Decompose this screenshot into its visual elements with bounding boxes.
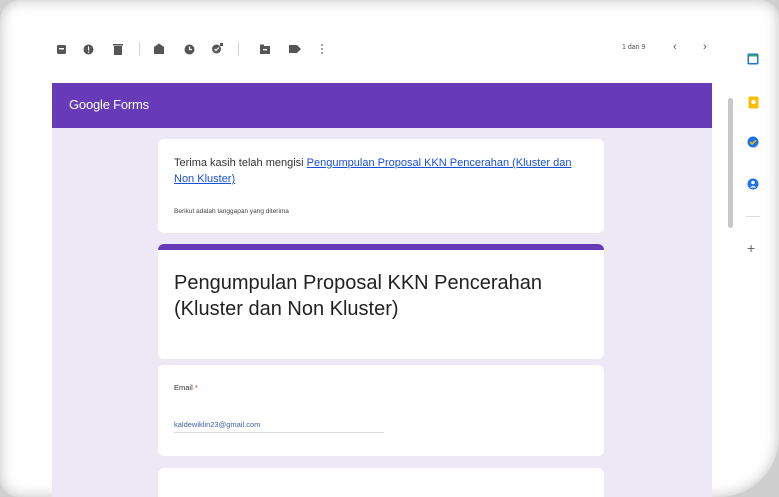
thank-you-card: Terima kasih telah mengisi Pengumpulan P… bbox=[158, 139, 604, 233]
email-answer: kaldewiklin23@gmail.com bbox=[174, 420, 384, 433]
mark-unread-icon[interactable] bbox=[153, 42, 165, 56]
email-label-text: Email bbox=[174, 383, 193, 392]
mail-toolbar: 1 dari 9 ‹ › bbox=[0, 30, 740, 74]
google-forms-logo-text: Google Forms bbox=[69, 97, 149, 112]
scrollbar-thumb[interactable] bbox=[728, 98, 733, 228]
tasks-icon[interactable] bbox=[746, 135, 760, 149]
add-task-icon[interactable] bbox=[211, 42, 223, 56]
move-to-icon[interactable] bbox=[259, 42, 271, 56]
contacts-icon[interactable] bbox=[746, 177, 760, 191]
toolbar-divider bbox=[139, 42, 140, 56]
calendar-icon[interactable] bbox=[746, 52, 760, 66]
form-title: Pengumpulan Proposal KKN Pencerahan (Klu… bbox=[174, 272, 543, 320]
snooze-icon[interactable] bbox=[183, 42, 195, 56]
thank-you-prefix: Terima kasih telah mengisi bbox=[174, 157, 307, 169]
chevron-left-icon[interactable]: ‹ bbox=[673, 41, 677, 53]
more-icon[interactable] bbox=[316, 42, 328, 56]
toolbar-divider bbox=[238, 42, 239, 56]
delete-icon[interactable] bbox=[112, 42, 124, 56]
email-label: Email * bbox=[174, 383, 198, 392]
archive-icon[interactable] bbox=[55, 42, 67, 56]
keep-icon[interactable] bbox=[746, 95, 760, 109]
responses-subtitle: Berikut adalah tanggapan yang diterima bbox=[174, 208, 289, 215]
form-title-card: Pengumpulan Proposal KKN Pencerahan (Klu… bbox=[158, 244, 604, 359]
next-question-card bbox=[158, 468, 604, 497]
pagination-text: 1 dari 9 bbox=[622, 44, 646, 51]
report-spam-icon[interactable] bbox=[82, 42, 94, 56]
chevron-right-icon[interactable]: › bbox=[703, 41, 707, 53]
required-marker: * bbox=[194, 383, 198, 392]
google-forms-header: Google Forms bbox=[52, 83, 712, 128]
add-addon-icon[interactable]: + bbox=[747, 240, 755, 256]
screenshot-frame: 1 dari 9 ‹ › + Google Forms Terima kasih… bbox=[0, 0, 779, 497]
side-panel-divider bbox=[746, 216, 760, 217]
email-question-card: Email * kaldewiklin23@gmail.com bbox=[158, 365, 604, 456]
thank-you-message: Terima kasih telah mengisi Pengumpulan P… bbox=[174, 155, 584, 187]
label-icon[interactable] bbox=[289, 42, 301, 56]
email-body: Google Forms Terima kasih telah mengisi … bbox=[52, 83, 712, 497]
